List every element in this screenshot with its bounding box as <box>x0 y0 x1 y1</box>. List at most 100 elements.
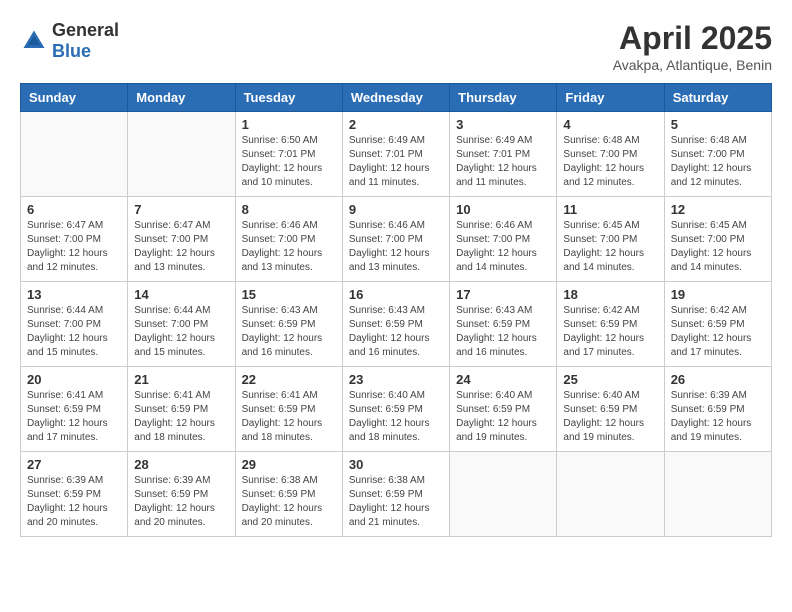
calendar-cell: 23 Sunrise: 6:40 AM Sunset: 6:59 PM Dayli… <box>342 367 449 452</box>
day-number: 17 <box>456 287 550 302</box>
day-number: 10 <box>456 202 550 217</box>
calendar-cell: 2 Sunrise: 6:49 AM Sunset: 7:01 PM Daylig… <box>342 112 449 197</box>
calendar-cell: 12 Sunrise: 6:45 AM Sunset: 7:00 PM Dayli… <box>664 197 771 282</box>
day-info: Sunrise: 6:44 AM Sunset: 7:00 PM Dayligh… <box>27 304 121 360</box>
day-number: 3 <box>456 117 550 132</box>
month-title: April 2025 <box>613 20 772 57</box>
week-row-2: 6 Sunrise: 6:47 AM Sunset: 7:00 PM Daylig… <box>21 197 772 282</box>
day-info: Sunrise: 6:40 AM Sunset: 6:59 PM Dayligh… <box>349 389 443 445</box>
day-info: Sunrise: 6:48 AM Sunset: 7:00 PM Dayligh… <box>671 134 765 190</box>
logo: General Blue <box>20 20 119 62</box>
calendar-cell: 20 Sunrise: 6:41 AM Sunset: 6:59 PM Dayli… <box>21 367 128 452</box>
day-info: Sunrise: 6:38 AM Sunset: 6:59 PM Dayligh… <box>349 474 443 530</box>
header-day-wednesday: Wednesday <box>342 84 449 112</box>
day-info: Sunrise: 6:39 AM Sunset: 6:59 PM Dayligh… <box>27 474 121 530</box>
day-number: 28 <box>134 457 228 472</box>
calendar-cell: 16 Sunrise: 6:43 AM Sunset: 6:59 PM Dayli… <box>342 282 449 367</box>
header-day-friday: Friday <box>557 84 664 112</box>
day-info: Sunrise: 6:43 AM Sunset: 6:59 PM Dayligh… <box>456 304 550 360</box>
day-info: Sunrise: 6:43 AM Sunset: 6:59 PM Dayligh… <box>242 304 336 360</box>
calendar-cell: 8Sunrise: 6:46 AM Sunset: 7:00 PM Daylig… <box>235 197 342 282</box>
day-info: Sunrise: 6:47 AM Sunset: 7:00 PM Dayligh… <box>134 219 228 275</box>
calendar-cell: 25 Sunrise: 6:40 AM Sunset: 6:59 PM Dayli… <box>557 367 664 452</box>
calendar-cell: 11 Sunrise: 6:45 AM Sunset: 7:00 PM Dayli… <box>557 197 664 282</box>
day-info: Sunrise: 6:49 AM Sunset: 7:01 PM Dayligh… <box>456 134 550 190</box>
header-day-thursday: Thursday <box>450 84 557 112</box>
calendar-cell: 27 Sunrise: 6:39 AM Sunset: 6:59 PM Dayli… <box>21 452 128 537</box>
day-info: Sunrise: 6:46 AM Sunset: 7:00 PM Dayligh… <box>349 219 443 275</box>
header-day-monday: Monday <box>128 84 235 112</box>
day-number: 18 <box>563 287 657 302</box>
day-number: 13 <box>27 287 121 302</box>
day-info: Sunrise: 6:45 AM Sunset: 7:00 PM Dayligh… <box>671 219 765 275</box>
day-number: 24 <box>456 372 550 387</box>
day-number: 12 <box>671 202 765 217</box>
calendar-cell: 4 Sunrise: 6:48 AM Sunset: 7:00 PM Daylig… <box>557 112 664 197</box>
calendar-cell <box>21 112 128 197</box>
day-info: Sunrise: 6:43 AM Sunset: 6:59 PM Dayligh… <box>349 304 443 360</box>
day-info: Sunrise: 6:42 AM Sunset: 6:59 PM Dayligh… <box>563 304 657 360</box>
day-info: Sunrise: 6:39 AM Sunset: 6:59 PM Dayligh… <box>671 389 765 445</box>
week-row-5: 27 Sunrise: 6:39 AM Sunset: 6:59 PM Dayli… <box>21 452 772 537</box>
calendar-cell: 22Sunrise: 6:41 AM Sunset: 6:59 PM Dayli… <box>235 367 342 452</box>
logo-icon <box>20 27 48 55</box>
day-number: 23 <box>349 372 443 387</box>
day-number: 27 <box>27 457 121 472</box>
calendar-cell: 9 Sunrise: 6:46 AM Sunset: 7:00 PM Daylig… <box>342 197 449 282</box>
calendar-cell: 14 Sunrise: 6:44 AM Sunset: 7:00 PM Dayli… <box>128 282 235 367</box>
day-number: 14 <box>134 287 228 302</box>
day-info: Sunrise: 6:46 AM Sunset: 7:00 PM Dayligh… <box>242 219 336 275</box>
header-day-tuesday: Tuesday <box>235 84 342 112</box>
day-number: 15 <box>242 287 336 302</box>
day-info: Sunrise: 6:44 AM Sunset: 7:00 PM Dayligh… <box>134 304 228 360</box>
day-number: 5 <box>671 117 765 132</box>
calendar-cell: 19 Sunrise: 6:42 AM Sunset: 6:59 PM Dayli… <box>664 282 771 367</box>
calendar-cell: 24Sunrise: 6:40 AM Sunset: 6:59 PM Dayli… <box>450 367 557 452</box>
day-number: 21 <box>134 372 228 387</box>
day-info: Sunrise: 6:41 AM Sunset: 6:59 PM Dayligh… <box>27 389 121 445</box>
logo-blue: Blue <box>52 41 91 61</box>
header-day-saturday: Saturday <box>664 84 771 112</box>
day-info: Sunrise: 6:48 AM Sunset: 7:00 PM Dayligh… <box>563 134 657 190</box>
calendar-cell: 29 Sunrise: 6:38 AM Sunset: 6:59 PM Dayli… <box>235 452 342 537</box>
day-number: 11 <box>563 202 657 217</box>
day-info: Sunrise: 6:46 AM Sunset: 7:00 PM Dayligh… <box>456 219 550 275</box>
day-number: 30 <box>349 457 443 472</box>
calendar-cell: 7 Sunrise: 6:47 AM Sunset: 7:00 PM Daylig… <box>128 197 235 282</box>
day-info: Sunrise: 6:41 AM Sunset: 6:59 PM Dayligh… <box>242 389 336 445</box>
calendar-cell: 3 Sunrise: 6:49 AM Sunset: 7:01 PM Daylig… <box>450 112 557 197</box>
header: General Blue April 2025 Avakpa, Atlantiq… <box>20 20 772 73</box>
calendar-cell: 30 Sunrise: 6:38 AM Sunset: 6:59 PM Dayli… <box>342 452 449 537</box>
day-number: 20 <box>27 372 121 387</box>
calendar-cell: 28 Sunrise: 6:39 AM Sunset: 6:59 PM Dayli… <box>128 452 235 537</box>
calendar-cell: 18 Sunrise: 6:42 AM Sunset: 6:59 PM Dayli… <box>557 282 664 367</box>
week-row-3: 13 Sunrise: 6:44 AM Sunset: 7:00 PM Dayli… <box>21 282 772 367</box>
calendar-cell: 13 Sunrise: 6:44 AM Sunset: 7:00 PM Dayli… <box>21 282 128 367</box>
day-number: 4 <box>563 117 657 132</box>
title-area: April 2025 Avakpa, Atlantique, Benin <box>613 20 772 73</box>
day-info: Sunrise: 6:49 AM Sunset: 7:01 PM Dayligh… <box>349 134 443 190</box>
day-number: 9 <box>349 202 443 217</box>
calendar-cell <box>128 112 235 197</box>
day-info: Sunrise: 6:39 AM Sunset: 6:59 PM Dayligh… <box>134 474 228 530</box>
calendar-cell: 1Sunrise: 6:50 AM Sunset: 7:01 PM Daylig… <box>235 112 342 197</box>
day-info: Sunrise: 6:40 AM Sunset: 6:59 PM Dayligh… <box>563 389 657 445</box>
day-number: 16 <box>349 287 443 302</box>
location-subtitle: Avakpa, Atlantique, Benin <box>613 57 772 73</box>
calendar-cell <box>450 452 557 537</box>
day-info: Sunrise: 6:38 AM Sunset: 6:59 PM Dayligh… <box>242 474 336 530</box>
calendar-header: SundayMondayTuesdayWednesdayThursdayFrid… <box>21 84 772 112</box>
day-number: 7 <box>134 202 228 217</box>
logo-text: General Blue <box>52 20 119 62</box>
calendar-body: 1Sunrise: 6:50 AM Sunset: 7:01 PM Daylig… <box>21 112 772 537</box>
day-number: 6 <box>27 202 121 217</box>
day-number: 25 <box>563 372 657 387</box>
day-info: Sunrise: 6:45 AM Sunset: 7:00 PM Dayligh… <box>563 219 657 275</box>
day-info: Sunrise: 6:42 AM Sunset: 6:59 PM Dayligh… <box>671 304 765 360</box>
calendar-cell: 10 Sunrise: 6:46 AM Sunset: 7:00 PM Dayli… <box>450 197 557 282</box>
day-number: 2 <box>349 117 443 132</box>
day-number: 29 <box>242 457 336 472</box>
calendar-table: SundayMondayTuesdayWednesdayThursdayFrid… <box>20 83 772 537</box>
day-number: 19 <box>671 287 765 302</box>
day-number: 26 <box>671 372 765 387</box>
